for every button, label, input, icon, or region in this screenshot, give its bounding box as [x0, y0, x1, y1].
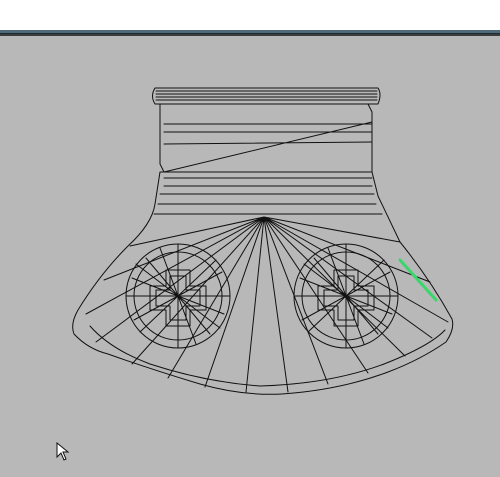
- cad-window: [0, 0, 500, 477]
- arrow-cursor-icon: [56, 442, 70, 461]
- 3d-viewport[interactable]: [0, 34, 500, 477]
- upper-box-lines: [163, 121, 373, 173]
- body-outline: [72, 171, 454, 395]
- wireframe-model: [72, 87, 454, 395]
- fan-lines: [85, 216, 449, 393]
- upper-box: [159, 103, 373, 173]
- top-cap-lines: [155, 90, 378, 101]
- body-band-lines: [153, 177, 383, 215]
- top-cap: [152, 87, 381, 105]
- left-screw-mesh: [125, 243, 231, 349]
- right-screw-mesh: [293, 243, 399, 349]
- top-strip: [0, 0, 500, 30]
